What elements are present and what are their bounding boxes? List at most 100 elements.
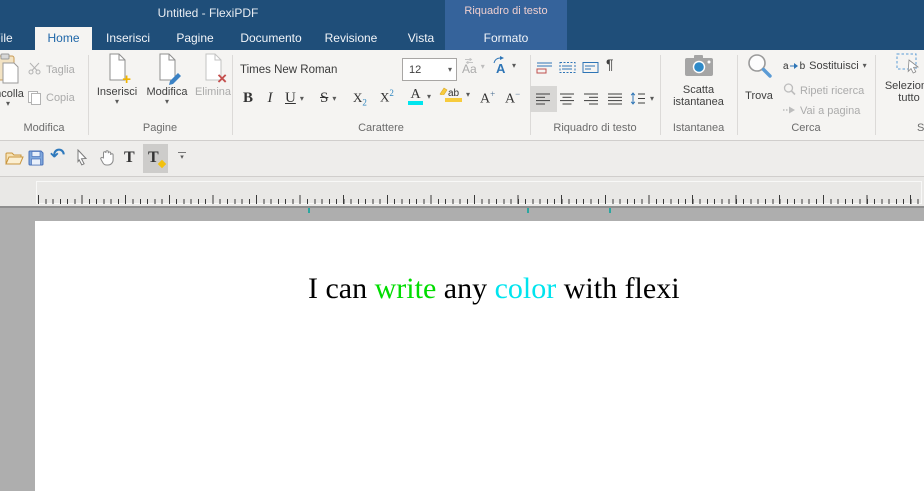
page-text-line[interactable]: I can write any color with flexi [308, 271, 680, 307]
copy-label: Copia [46, 92, 75, 104]
copy-button[interactable]: Copia [28, 91, 75, 104]
rotate-text-dropdown-arrow[interactable]: ▾ [512, 62, 516, 70]
scroll-corner [0, 491, 35, 497]
goto-page-button[interactable]: Vai a pagina [783, 105, 860, 117]
rotate-text-button[interactable]: A ▾ [493, 57, 516, 75]
font-size-dropdown-arrow[interactable]: ▾ [448, 66, 456, 74]
change-case-dropdown-arrow[interactable]: ▾ [481, 63, 485, 71]
replace-dropdown-arrow[interactable]: ▾ [863, 62, 867, 70]
group-label-istantanea: Istantanea [660, 122, 737, 134]
tab-pagine[interactable]: Pagine [168, 27, 222, 50]
strikethrough-button[interactable]: S ▾ [320, 90, 336, 107]
font-color-dropdown-arrow[interactable]: ▾ [427, 93, 431, 101]
insert-page-button[interactable]: + Inserisci ▾ [92, 53, 142, 106]
italic-button[interactable]: I [262, 90, 278, 107]
tab-revisione[interactable]: Revisione [318, 27, 384, 50]
select-all-label-line2: tutto [898, 92, 919, 104]
line-spacing-button[interactable]: ▾ [630, 92, 654, 105]
subscript-button[interactable]: X2 [353, 90, 367, 108]
horizontal-ruler[interactable] [0, 177, 924, 206]
pdf-page[interactable]: I can write any color with flexi [35, 221, 924, 497]
find-button[interactable]: Trova [740, 53, 778, 102]
text-segment[interactable]: I can [308, 272, 375, 305]
tab-vista[interactable]: Vista [398, 27, 444, 50]
group-separator [875, 55, 876, 135]
select-tool-button[interactable] [76, 149, 88, 169]
guide-marker [527, 208, 529, 213]
page-insert-icon: + [106, 53, 128, 84]
page-edit-icon [156, 53, 178, 84]
open-folder-icon [5, 151, 24, 166]
contextual-tab-header: Riquadro di testo [445, 5, 567, 17]
group-label-carattere: Carattere [232, 122, 530, 134]
tab-documento[interactable]: Documento [234, 27, 308, 50]
highlight-dropdown-arrow[interactable]: ▾ [466, 91, 470, 99]
guide-marker [308, 208, 310, 213]
textbox-frame-icon [559, 65, 576, 77]
open-button[interactable] [5, 151, 24, 169]
font-size-combo[interactable]: 12 ▾ [402, 58, 457, 81]
underline-button[interactable]: U ▾ [285, 90, 304, 107]
align-justify-button[interactable] [608, 93, 623, 108]
flexipdf-window: Untitled - FlexiPDF Riquadro di testo Fi… [0, 0, 924, 497]
text-segment[interactable]: write [375, 272, 437, 305]
text-tool-button[interactable]: T [124, 149, 135, 167]
cut-button[interactable]: Taglia [28, 62, 75, 78]
font-size-value[interactable]: 12 [403, 64, 448, 76]
tab-formato[interactable]: Formato [445, 27, 567, 50]
replace-button[interactable]: a b Sostituisci ▾ [783, 60, 867, 72]
edit-page-button[interactable]: Modifica ▾ [142, 53, 192, 106]
replace-label: Sostituisci [809, 60, 859, 72]
hand-icon [99, 149, 115, 166]
text-segment[interactable]: with flexi [556, 272, 679, 305]
snapshot-button[interactable]: Scatta istantanea [660, 54, 737, 108]
save-button[interactable] [28, 150, 44, 169]
delete-page-button[interactable]: × Elimina [190, 53, 236, 98]
rotate-text-icon: A [493, 57, 508, 75]
hand-tool-button[interactable] [99, 149, 115, 169]
tab-home[interactable]: Home [35, 27, 92, 50]
save-floppy-icon [28, 150, 44, 166]
undo-button[interactable]: ↶ [50, 145, 65, 166]
select-all-button[interactable]: Seleziona tutto [880, 53, 924, 104]
insert-page-dropdown-arrow[interactable]: ▾ [115, 98, 119, 106]
underline-dropdown-arrow[interactable]: ▾ [300, 95, 304, 103]
add-text-tool-button[interactable]: T [143, 144, 168, 173]
pilcrow-button[interactable]: ¶ [606, 56, 614, 72]
overflow-bar [178, 152, 186, 153]
align-right-button[interactable] [584, 93, 599, 108]
change-case-button[interactable]: Aa ▾ [462, 58, 485, 75]
grow-font-button[interactable]: A+ [480, 89, 495, 108]
text-segment[interactable]: color [495, 272, 557, 305]
tab-inserisci[interactable]: Inserisci [100, 27, 156, 50]
line-spacing-dropdown-arrow[interactable]: ▾ [650, 95, 654, 103]
align-center-button[interactable] [560, 93, 575, 108]
page-delete-icon: × [202, 53, 224, 84]
bold-button[interactable]: B [238, 90, 258, 107]
document-area[interactable]: I can write any color with flexi [0, 206, 924, 497]
line-spacing-icon [630, 92, 646, 105]
fit-text-button[interactable] [536, 61, 553, 77]
textbox-lines-button[interactable] [582, 61, 599, 77]
cursor-arrow-icon [76, 149, 88, 166]
edit-page-dropdown-arrow[interactable]: ▾ [165, 98, 169, 106]
repeat-search-button[interactable]: Ripeti ricerca [783, 83, 864, 99]
shrink-font-button[interactable]: A− [505, 89, 520, 108]
font-color-button[interactable]: A ▾ [408, 88, 431, 105]
paste-dropdown-arrow[interactable]: ▾ [6, 100, 10, 108]
group-label-seleziona: Seleziona [917, 122, 924, 134]
toolbar-overflow-button[interactable]: ▾ [178, 152, 186, 162]
align-left-button[interactable] [536, 93, 551, 108]
tab-file[interactable]: File [0, 27, 22, 50]
group-label-riquadro: Riquadro di testo [530, 122, 660, 134]
paste-button[interactable]: Incolla ▾ [0, 53, 30, 108]
strikethrough-dropdown-arrow[interactable]: ▾ [332, 95, 336, 103]
snapshot-label-line2: istantanea [673, 96, 724, 108]
highlight-button[interactable]: ab ▾ [445, 88, 470, 102]
superscript-button[interactable]: X2 [380, 88, 394, 105]
text-segment[interactable]: any [436, 272, 494, 305]
quick-toolbar: ↶ T T ▾ [0, 141, 924, 177]
textbox-frame-button[interactable] [559, 61, 576, 77]
font-family-combo[interactable]: Times New Roman [240, 61, 370, 79]
guide-marker [609, 208, 611, 213]
